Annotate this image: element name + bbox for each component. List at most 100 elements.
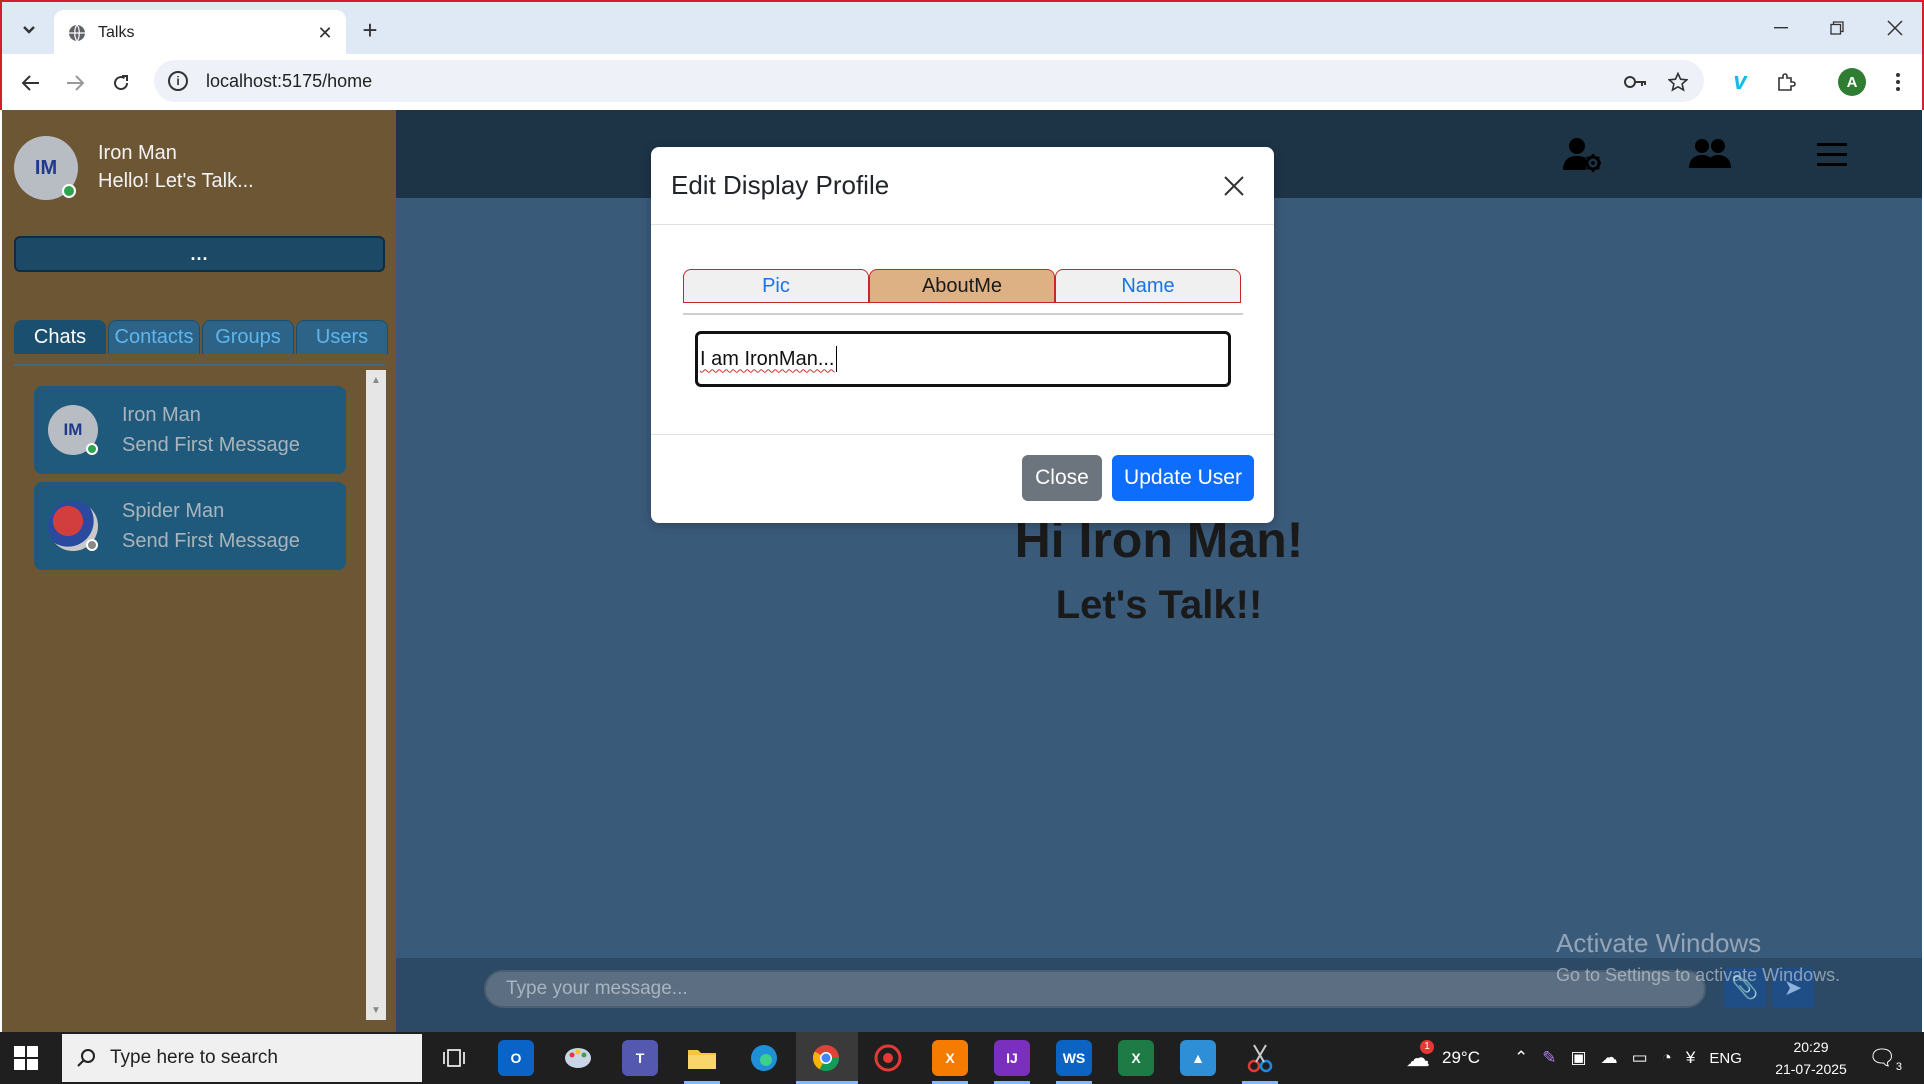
tab-search-button[interactable]: [14, 15, 44, 45]
close-tab-icon[interactable]: ✕: [312, 20, 338, 46]
avatar: [48, 501, 98, 551]
vimeo-extension-icon[interactable]: v: [1722, 64, 1758, 100]
browser-tab[interactable]: Talks ✕: [54, 10, 346, 56]
paint-icon[interactable]: [560, 1040, 596, 1076]
onedrive-icon[interactable]: ☁: [1601, 1048, 1618, 1068]
task-view-icon[interactable]: [436, 1040, 472, 1076]
browser-toolbar: i localhost:5175/home v A: [0, 54, 1924, 110]
weather-widget[interactable]: ☁ 1 29°C: [1406, 1032, 1480, 1084]
chat-list-scrollbar[interactable]: ▲ ▼: [366, 370, 386, 1020]
back-button[interactable]: [14, 66, 48, 100]
restore-button[interactable]: [1814, 10, 1860, 46]
outlook-icon[interactable]: O: [498, 1040, 534, 1076]
intellij-icon[interactable]: IJ: [994, 1040, 1030, 1076]
about-me-value: I am IronMan...: [700, 347, 835, 370]
profile-edit-tabs: Pic AboutMe Name: [683, 269, 1241, 303]
sidebar: IM Iron Man Hello! Let's Talk... ... Cha…: [2, 110, 396, 1032]
scroll-up-arrow-icon[interactable]: ▲: [366, 370, 386, 390]
welcome-message: Hi Iron Man! Let's Talk!!: [396, 510, 1922, 640]
battery-icon[interactable]: ▭: [1632, 1048, 1648, 1068]
language-indicator[interactable]: ENG: [1709, 1050, 1742, 1067]
globe-icon: [69, 24, 85, 42]
scroll-down-arrow-icon[interactable]: ▼: [366, 1000, 386, 1020]
tab-users[interactable]: Users: [296, 320, 388, 354]
chrome-icon[interactable]: [808, 1040, 844, 1076]
chat-list-item-iron-man[interactable]: IM Iron Man Send First Message: [34, 386, 346, 474]
online-indicator: [86, 443, 98, 455]
browser-tabstrip: Talks ✕ +: [0, 0, 1924, 56]
address-bar[interactable]: i localhost:5175/home: [154, 60, 1704, 102]
kebab-menu-icon[interactable]: [1880, 64, 1916, 100]
windows-start-icon[interactable]: [14, 1046, 38, 1070]
file-explorer-icon[interactable]: [684, 1040, 720, 1076]
webstorm-icon[interactable]: WS: [1056, 1040, 1092, 1076]
app-tray-icon[interactable]: ¥: [1686, 1048, 1695, 1068]
chevron-down-icon: [23, 26, 35, 34]
windows-taskbar: Type here to search O T X IJ WS X ▲ ☁ 1 2…: [0, 1032, 1924, 1084]
current-user-status: Hello! Let's Talk...: [98, 170, 254, 192]
message-input[interactable]: Type your message...: [484, 970, 1706, 1008]
hamburger-menu-icon[interactable]: [1810, 132, 1854, 176]
search-icon: [77, 1049, 95, 1067]
tab-aboutme[interactable]: AboutMe: [869, 269, 1055, 303]
arrow-left-icon: [22, 75, 39, 91]
snipping-tool-icon[interactable]: [1242, 1040, 1278, 1076]
avatar[interactable]: IM: [14, 136, 78, 200]
chat-list-item-spider-man[interactable]: Spider Man Send First Message: [34, 482, 346, 570]
tab-divider: [14, 364, 385, 366]
tab-contacts[interactable]: Contacts: [108, 320, 200, 354]
teams-icon[interactable]: T: [622, 1040, 658, 1076]
forward-button[interactable]: [58, 66, 92, 100]
bookmark-star-icon[interactable]: [1660, 64, 1696, 100]
close-window-button[interactable]: [1872, 10, 1918, 46]
modal-close-button[interactable]: [1214, 166, 1254, 206]
clock-time: 20:29: [1793, 1039, 1829, 1055]
watermark-subtitle: Go to Settings to activate Windows.: [1556, 965, 1841, 985]
close-icon: [1887, 20, 1903, 36]
show-hidden-icons-icon[interactable]: ⌃: [1514, 1048, 1528, 1068]
xampp-icon[interactable]: X: [932, 1040, 968, 1076]
minimize-button[interactable]: [1758, 10, 1804, 46]
notification-center-button[interactable]: 🗨 3: [1868, 1032, 1902, 1084]
tab-pic[interactable]: Pic: [683, 269, 869, 303]
modal-footer: Close Update User: [651, 435, 1274, 523]
more-options-button[interactable]: ...: [14, 236, 385, 272]
about-me-input[interactable]: I am IronMan...: [695, 331, 1231, 387]
modal-header: Edit Display Profile: [651, 147, 1274, 225]
current-user[interactable]: IM Iron Man Hello! Let's Talk...: [14, 136, 254, 200]
url-text: localhost:5175/home: [206, 70, 373, 91]
tab-chats[interactable]: Chats: [14, 320, 106, 354]
arrow-right-icon: [67, 75, 84, 91]
taskbar-search-box[interactable]: Type here to search: [62, 1034, 422, 1082]
group-users-icon[interactable]: [1688, 132, 1732, 176]
edge-icon[interactable]: [746, 1040, 782, 1076]
system-tray: ⌃ ✎ ▣ ☁ ▭ ◔ ¥ ENG: [1514, 1032, 1742, 1084]
tab-groups[interactable]: Groups: [202, 320, 294, 354]
modal-body: Pic AboutMe Name I am IronMan...: [651, 225, 1274, 435]
taskbar-clock[interactable]: 20:29 21-07-2025: [1768, 1036, 1854, 1080]
user-settings-icon[interactable]: [1560, 132, 1604, 176]
modal-title: Edit Display Profile: [671, 170, 890, 200]
password-key-icon[interactable]: [1618, 64, 1654, 100]
pen-icon[interactable]: ✎: [1542, 1048, 1556, 1068]
activate-windows-watermark: Activate Windows Go to Settings to activ…: [1556, 928, 1840, 986]
excel-icon[interactable]: X: [1118, 1040, 1154, 1076]
extensions-puzzle-icon[interactable]: [1768, 64, 1804, 100]
avatar: IM: [48, 405, 98, 455]
update-user-button[interactable]: Update User: [1112, 455, 1254, 501]
reload-button[interactable]: [104, 66, 138, 100]
photos-icon[interactable]: ▲: [1180, 1040, 1216, 1076]
site-info-icon[interactable]: i: [168, 71, 188, 91]
new-tab-button[interactable]: +: [354, 14, 386, 46]
reload-icon: [114, 75, 129, 91]
notification-icon: 🗨 3: [1868, 1045, 1902, 1073]
profile-avatar[interactable]: A: [1838, 68, 1866, 96]
wifi-icon[interactable]: ◔: [1662, 1048, 1672, 1068]
tab-divider: [683, 313, 1243, 315]
tab-name[interactable]: Name: [1055, 269, 1241, 303]
record-icon[interactable]: [870, 1040, 906, 1076]
network-adapter-icon[interactable]: ▣: [1571, 1048, 1587, 1068]
close-button[interactable]: Close: [1022, 455, 1102, 501]
tab-title: Talks: [98, 24, 135, 41]
restore-icon: [1830, 21, 1844, 35]
